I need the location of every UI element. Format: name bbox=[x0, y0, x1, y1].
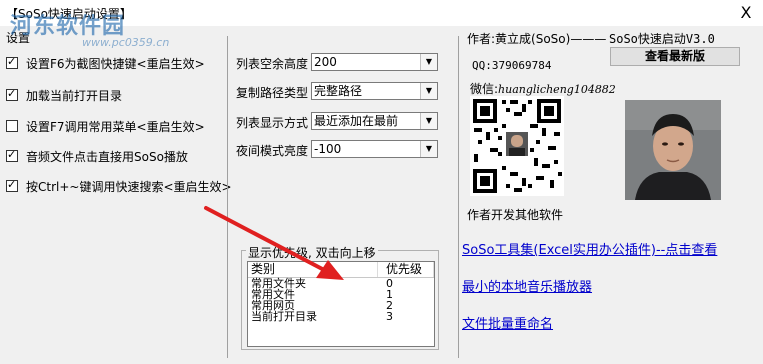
checkbox-audio-play[interactable]: 音频文件点击直接用SoSo播放 bbox=[6, 147, 188, 165]
copy-path-select[interactable]: 完整路径 ▼ bbox=[311, 82, 438, 100]
display-mode-select[interactable]: 最近添加在最前 ▼ bbox=[311, 112, 438, 130]
chevron-down-icon[interactable]: ▼ bbox=[420, 54, 437, 70]
chevron-down-icon[interactable]: ▼ bbox=[420, 113, 437, 129]
separator-right bbox=[458, 36, 459, 358]
checkbox-box[interactable] bbox=[6, 148, 18, 162]
row-priority: 3 bbox=[386, 310, 393, 323]
qr-code-icon bbox=[470, 96, 564, 196]
version-label: SoSo快速启动V3.0 bbox=[609, 32, 715, 46]
avatar bbox=[625, 100, 721, 200]
link-batch-rename[interactable]: 文件批量重命名 bbox=[462, 313, 553, 332]
checkbox-box[interactable] bbox=[6, 55, 18, 69]
settings-window: 【SoSo快速启动设置】 X 设置 设置F6为截图快捷键<重启生效> 加载当前打… bbox=[0, 0, 763, 364]
link-music-player[interactable]: 最小的本地音乐播放器 bbox=[462, 276, 592, 295]
checkbox-label: 按Ctrl+~键调用快速搜索<重启生效> bbox=[26, 179, 232, 194]
checkbox-f7-menu[interactable]: 设置F7调用常用菜单<重启生效> bbox=[6, 117, 205, 135]
checkbox-box[interactable] bbox=[6, 120, 18, 132]
wechat-label: 微信:huanglicheng104882 bbox=[470, 80, 616, 97]
list-height-label: 列表空余高度 bbox=[236, 57, 309, 71]
checkbox-f6-screenshot[interactable]: 设置F6为截图快捷键<重启生效> bbox=[6, 54, 205, 72]
copy-path-label: 复制路径类型 bbox=[236, 86, 309, 100]
author-label: 作者:黄立成(SoSo)——— bbox=[467, 32, 607, 46]
list-row[interactable]: 当前打开目录 3 bbox=[248, 311, 434, 322]
night-mode-label: 夜间模式亮度 bbox=[236, 144, 309, 158]
checkbox-box[interactable] bbox=[6, 178, 18, 192]
arrow-annotation-icon bbox=[204, 206, 344, 280]
wechat-id: huanglicheng104882 bbox=[498, 83, 616, 96]
check-update-button[interactable]: 查看最新版 bbox=[610, 47, 740, 66]
wechat-qr-code bbox=[470, 96, 564, 196]
night-mode-select[interactable]: -100 ▼ bbox=[311, 140, 438, 158]
other-software-label: 作者开发其他软件 bbox=[467, 208, 564, 222]
list-height-select[interactable]: 200 ▼ bbox=[311, 53, 438, 71]
checkbox-label: 加载当前打开目录 bbox=[26, 88, 123, 103]
checkbox-ctrl-search[interactable]: 按Ctrl+~键调用快速搜索<重启生效> bbox=[6, 177, 232, 195]
checkbox-label: 设置F6为截图快捷键<重启生效> bbox=[26, 56, 205, 71]
display-mode-value: 最近添加在最前 bbox=[314, 114, 399, 128]
author-photo bbox=[625, 100, 721, 200]
row-category: 当前打开目录 bbox=[251, 310, 317, 323]
separator-left bbox=[227, 36, 228, 358]
qq-label: QQ:379069784 bbox=[472, 59, 552, 72]
chevron-down-icon[interactable]: ▼ bbox=[420, 83, 437, 99]
watermark-url: www.pc0359.cn bbox=[82, 36, 170, 49]
column-header-priority[interactable]: 优先级 bbox=[378, 262, 434, 277]
night-mode-value: -100 bbox=[314, 142, 342, 156]
copy-path-value: 完整路径 bbox=[314, 84, 363, 98]
link-soso-tools[interactable]: SoSo工具集(Excel实用办公插件)--点击查看 bbox=[462, 239, 717, 258]
checkbox-load-current-dir[interactable]: 加载当前打开目录 bbox=[6, 86, 122, 104]
checkbox-label: 音频文件点击直接用SoSo播放 bbox=[26, 149, 188, 164]
checkbox-label: 设置F7调用常用菜单<重启生效> bbox=[26, 119, 205, 134]
checkbox-box[interactable] bbox=[6, 87, 18, 101]
close-button[interactable]: X bbox=[729, 0, 763, 26]
wechat-prefix: 微信: bbox=[470, 82, 499, 96]
list-height-value: 200 bbox=[314, 55, 337, 69]
chevron-down-icon[interactable]: ▼ bbox=[420, 141, 437, 157]
display-mode-label: 列表显示方式 bbox=[236, 116, 309, 130]
